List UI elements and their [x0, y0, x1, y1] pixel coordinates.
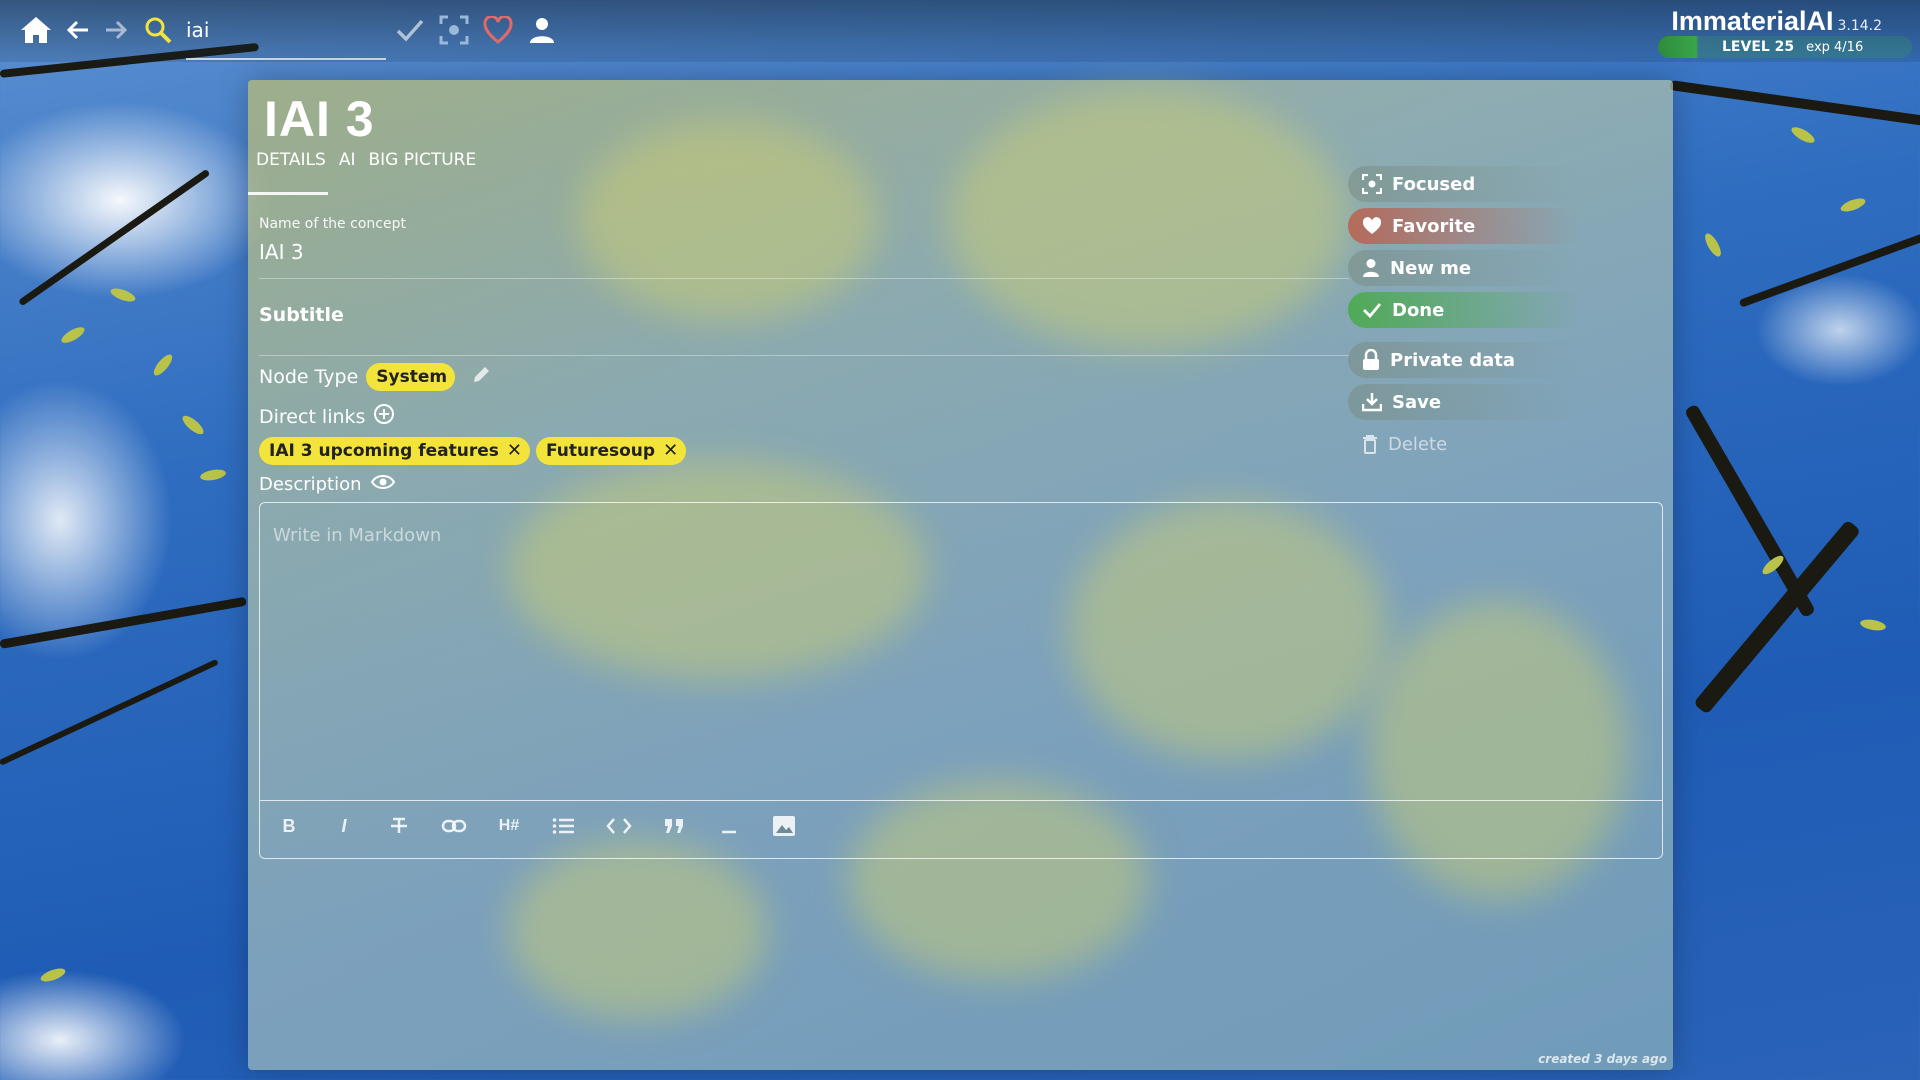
image-button[interactable] — [767, 806, 801, 846]
markdown-editor: B I H# — [259, 502, 1663, 859]
search-icon[interactable] — [140, 12, 176, 48]
search-input[interactable] — [186, 10, 376, 50]
strikethrough-icon — [391, 817, 407, 833]
focus-icon[interactable] — [436, 12, 472, 48]
name-field-label: Name of the concept — [259, 216, 406, 232]
brand: ImmaterialAI 3.14.2 — [1671, 6, 1882, 37]
link-chip-label: Futuresoup — [545, 441, 656, 461]
new-me-button[interactable]: New me — [1348, 250, 1578, 286]
app-version: 3.14.2 — [1837, 18, 1882, 34]
pencil-icon[interactable] — [471, 365, 491, 390]
active-tab-indicator — [248, 192, 328, 195]
node-type-chip[interactable]: System — [366, 363, 456, 391]
link-chip-label: IAI 3 upcoming features — [269, 441, 499, 461]
new-me-label: New me — [1390, 257, 1472, 279]
trash-icon — [1363, 435, 1377, 454]
created-timestamp: created 3 days ago — [1538, 1052, 1667, 1066]
image-icon — [773, 816, 795, 836]
person-icon — [1363, 259, 1379, 277]
quote-icon — [665, 819, 683, 833]
check-icon[interactable] — [392, 12, 428, 48]
level-progress-bar: LEVEL 25 exp 4/16 — [1658, 36, 1912, 58]
tab-ai[interactable]: AI — [339, 150, 356, 170]
heart-icon — [1362, 217, 1382, 234]
lock-icon — [1363, 349, 1379, 370]
links-list: IAI 3 upcoming features ✕ Futuresoup ✕ — [259, 437, 687, 465]
download-icon — [1362, 393, 1382, 412]
check-icon — [1363, 303, 1382, 319]
top-bar: ImmaterialAI3.14.2 LEVEL 25 exp 4/16 — [0, 0, 1920, 62]
delete-button[interactable]: Delete — [1348, 426, 1578, 462]
delete-label: Delete — [1388, 433, 1448, 455]
direct-links-row: Direct links — [259, 403, 395, 430]
action-menu: Focused Favorite New me Done Private dat… — [1348, 166, 1578, 468]
strikethrough-button[interactable] — [382, 806, 416, 846]
tab-big-picture[interactable]: BIG PICTURE — [368, 150, 476, 170]
private-data-label: Private data — [1390, 349, 1515, 371]
tab-bar: DETAILS AI BIG PICTURE — [256, 150, 476, 170]
link-icon — [441, 819, 467, 833]
focus-icon — [1362, 174, 1382, 194]
direct-links-label: Direct links — [259, 405, 366, 428]
horizontal-rule-icon — [722, 830, 736, 834]
link-chip[interactable]: IAI 3 upcoming features ✕ — [259, 437, 530, 465]
arrow-left-icon[interactable] — [60, 12, 96, 48]
description-textarea[interactable] — [260, 503, 1662, 801]
eye-icon[interactable] — [370, 473, 396, 496]
save-button[interactable]: Save — [1348, 384, 1578, 420]
link-button[interactable] — [437, 806, 471, 846]
save-label: Save — [1392, 391, 1442, 413]
code-button[interactable] — [602, 806, 636, 846]
arrow-right-icon[interactable] — [98, 12, 134, 48]
editor-toolbar: B I H# — [272, 806, 801, 846]
name-field-underline — [259, 278, 1349, 279]
description-row: Description — [259, 473, 396, 496]
quote-button[interactable] — [657, 806, 691, 846]
subtitle-field[interactable]: Subtitle — [259, 304, 344, 326]
link-chip[interactable]: Futuresoup ✕ — [535, 437, 687, 465]
description-label: Description — [259, 474, 362, 495]
remove-link-icon[interactable]: ✕ — [507, 442, 522, 460]
focused-button[interactable]: Focused — [1348, 166, 1578, 202]
favorite-label: Favorite — [1392, 215, 1476, 237]
app-name: ImmaterialAI — [1671, 6, 1834, 36]
done-label: Done — [1392, 299, 1445, 321]
list-icon — [552, 818, 574, 834]
bold-button[interactable]: B — [272, 806, 306, 846]
tab-details[interactable]: DETAILS — [256, 150, 326, 170]
home-icon[interactable] — [18, 12, 54, 48]
heading-button[interactable]: H# — [492, 806, 526, 846]
add-link-icon[interactable] — [373, 403, 395, 430]
remove-link-icon[interactable]: ✕ — [663, 442, 678, 460]
focused-label: Focused — [1392, 173, 1476, 195]
subtitle-field-underline — [259, 355, 1349, 356]
exp-label: exp 4/16 — [1806, 39, 1864, 55]
favorite-button[interactable]: Favorite — [1348, 208, 1578, 244]
node-type-row: Node Type System — [259, 363, 491, 391]
level-label: LEVEL 25 — [1722, 39, 1795, 55]
heart-icon[interactable] — [480, 12, 516, 48]
concept-panel: IAI 3 DETAILS AI BIG PICTURE Name of the… — [248, 80, 1673, 1070]
node-type-label: Node Type — [259, 366, 359, 388]
list-button[interactable] — [547, 806, 581, 846]
person-icon[interactable] — [524, 12, 560, 48]
page-title: IAI 3 — [264, 91, 375, 147]
search-field[interactable] — [186, 10, 386, 60]
italic-button[interactable]: I — [327, 806, 361, 846]
horizontal-rule-button[interactable] — [712, 806, 746, 846]
name-field[interactable]: IAI 3 — [259, 240, 304, 264]
done-button[interactable]: Done — [1348, 292, 1578, 328]
private-data-button[interactable]: Private data — [1348, 342, 1578, 378]
code-icon — [606, 818, 632, 834]
